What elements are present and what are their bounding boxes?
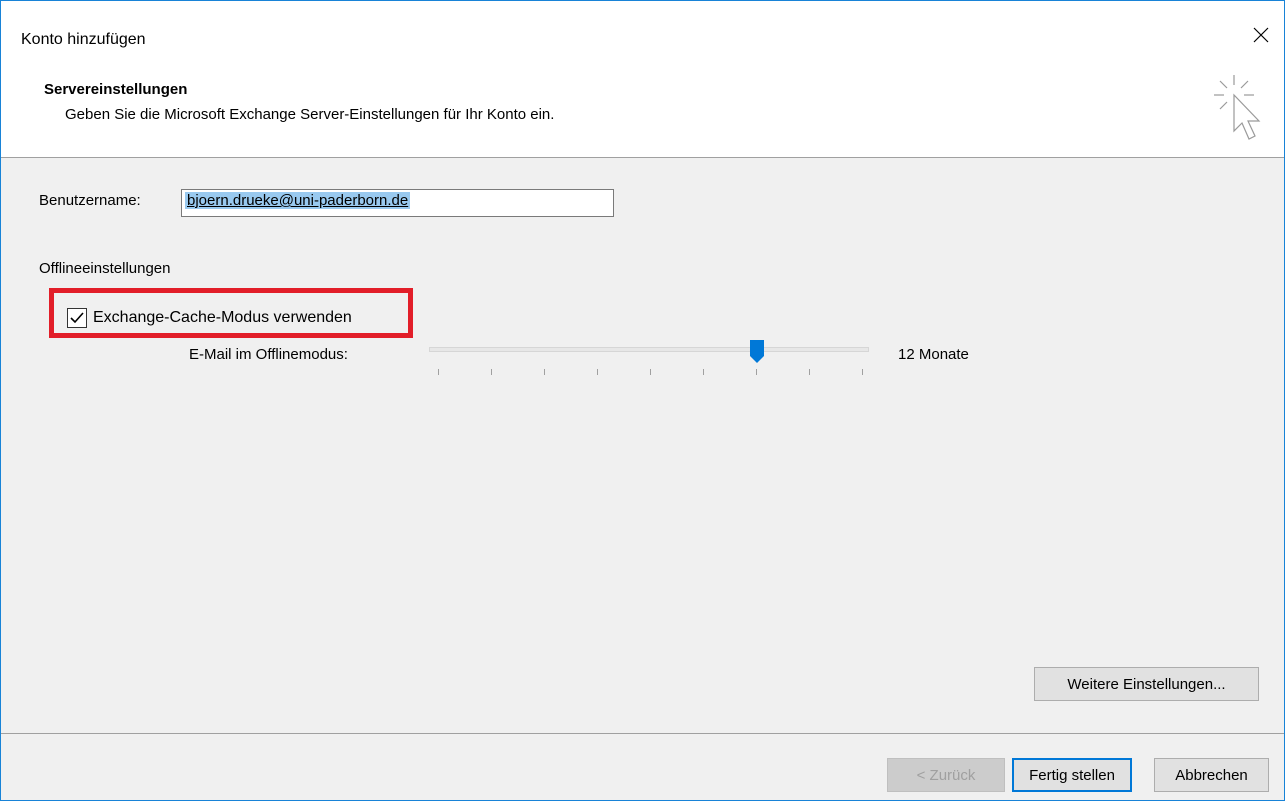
add-account-dialog: Konto hinzufügen Servereinstellungen Geb… [0, 0, 1285, 801]
slider-tick [438, 369, 439, 375]
back-button[interactable]: < Zurück [887, 758, 1005, 792]
finish-button[interactable]: Fertig stellen [1012, 758, 1132, 792]
slider-tick [597, 369, 598, 375]
offline-mail-value: 12 Monate [898, 346, 969, 363]
slider-tick [491, 369, 492, 375]
offline-mail-slider-track[interactable] [429, 347, 869, 352]
more-settings-button[interactable]: Weitere Einstellungen... [1034, 667, 1259, 701]
cancel-button[interactable]: Abbrechen [1154, 758, 1269, 792]
username-value: bjoern.drueke@uni-paderborn.de [185, 192, 411, 209]
page-title: Servereinstellungen [44, 81, 188, 98]
offline-settings-heading: Offlineeinstellungen [39, 260, 171, 277]
close-button[interactable] [1238, 15, 1284, 55]
title-bar: Konto hinzufügen [1, 1, 1284, 61]
username-field[interactable]: bjoern.drueke@uni-paderborn.de [181, 189, 614, 217]
offline-mail-slider-thumb[interactable] [750, 340, 764, 364]
slider-tick [650, 369, 651, 375]
footer-divider [1, 733, 1284, 734]
wizard-header: Servereinstellungen Geben Sie die Micros… [1, 61, 1284, 158]
slider-tick [703, 369, 704, 375]
slider-tick [809, 369, 810, 375]
username-label: Benutzername: [39, 192, 141, 209]
offline-mail-label: E-Mail im Offlinemodus: [189, 346, 348, 363]
close-icon [1253, 27, 1269, 43]
cache-mode-checkbox[interactable] [67, 308, 87, 328]
checkmark-icon [70, 312, 84, 324]
slider-tick [544, 369, 545, 375]
page-subtitle: Geben Sie die Microsoft Exchange Server-… [65, 106, 555, 123]
slider-tick [862, 369, 863, 375]
cache-mode-label: Exchange-Cache-Modus verwenden [93, 309, 352, 326]
slider-tick [756, 369, 757, 375]
cursor-click-icon [1214, 75, 1261, 140]
window-title: Konto hinzufügen [21, 31, 146, 48]
